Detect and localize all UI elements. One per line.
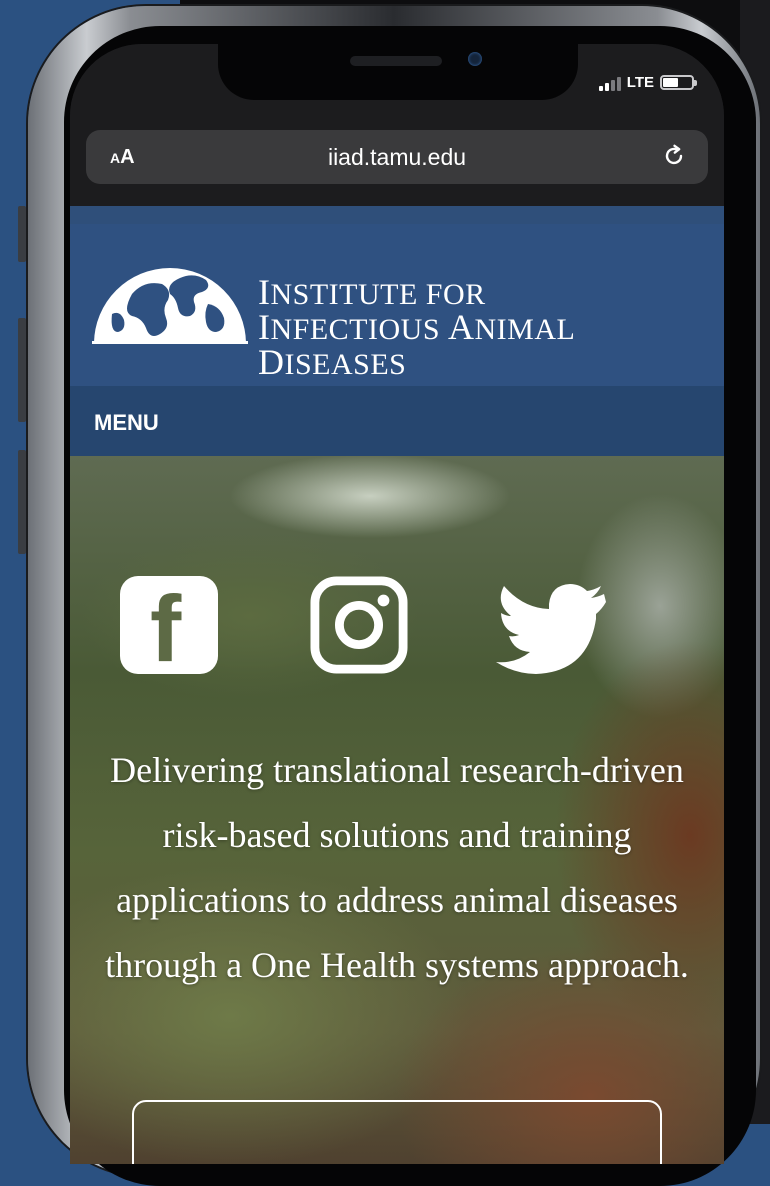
status-indicators: LTE: [598, 74, 697, 91]
front-camera-icon: [468, 52, 482, 66]
reload-icon[interactable]: [662, 144, 686, 168]
instagram-icon[interactable]: [310, 576, 408, 674]
facebook-icon[interactable]: f: [120, 576, 218, 676]
globe-logo-icon[interactable]: [92, 264, 248, 346]
phone-screen: LTE AA iiad.tamu.edu INSTITUTE FOR INFEC…: [70, 44, 724, 1164]
address-bar[interactable]: AA iiad.tamu.edu: [86, 130, 708, 184]
network-type: LTE: [626, 74, 654, 91]
menu-bar[interactable]: MENU: [70, 386, 724, 456]
site-header: INSTITUTE FOR INFECTIOUS ANIMAL DISEASES: [70, 224, 724, 386]
notch: [218, 44, 578, 100]
menu-button[interactable]: MENU: [94, 410, 159, 436]
site-top-strip: [70, 206, 724, 224]
logo-line-1: INSTITUTE FOR: [258, 272, 486, 312]
side-button-volume-up: [18, 318, 26, 422]
battery-icon: [660, 75, 697, 90]
battery-level: [663, 78, 679, 87]
hero-section: f Delivering translational research-driv…: [70, 456, 724, 1164]
tagline: Delivering translational research-driven…: [105, 750, 689, 985]
signal-strength-icon: [598, 75, 621, 91]
url-text[interactable]: iiad.tamu.edu: [86, 144, 708, 171]
side-button-mute: [18, 206, 26, 262]
twitter-icon[interactable]: [496, 582, 606, 674]
logo-line-2: INFECTIOUS ANIMAL DISEASES: [258, 307, 575, 382]
status-bar: LTE: [70, 44, 724, 122]
hero-cta-button[interactable]: [132, 1100, 662, 1164]
side-button-volume-down: [18, 450, 26, 554]
institute-name[interactable]: INSTITUTE FOR INFECTIOUS ANIMAL DISEASES: [258, 272, 724, 382]
speaker-grille: [350, 56, 442, 66]
browser-toolbar: AA iiad.tamu.edu: [70, 122, 724, 214]
